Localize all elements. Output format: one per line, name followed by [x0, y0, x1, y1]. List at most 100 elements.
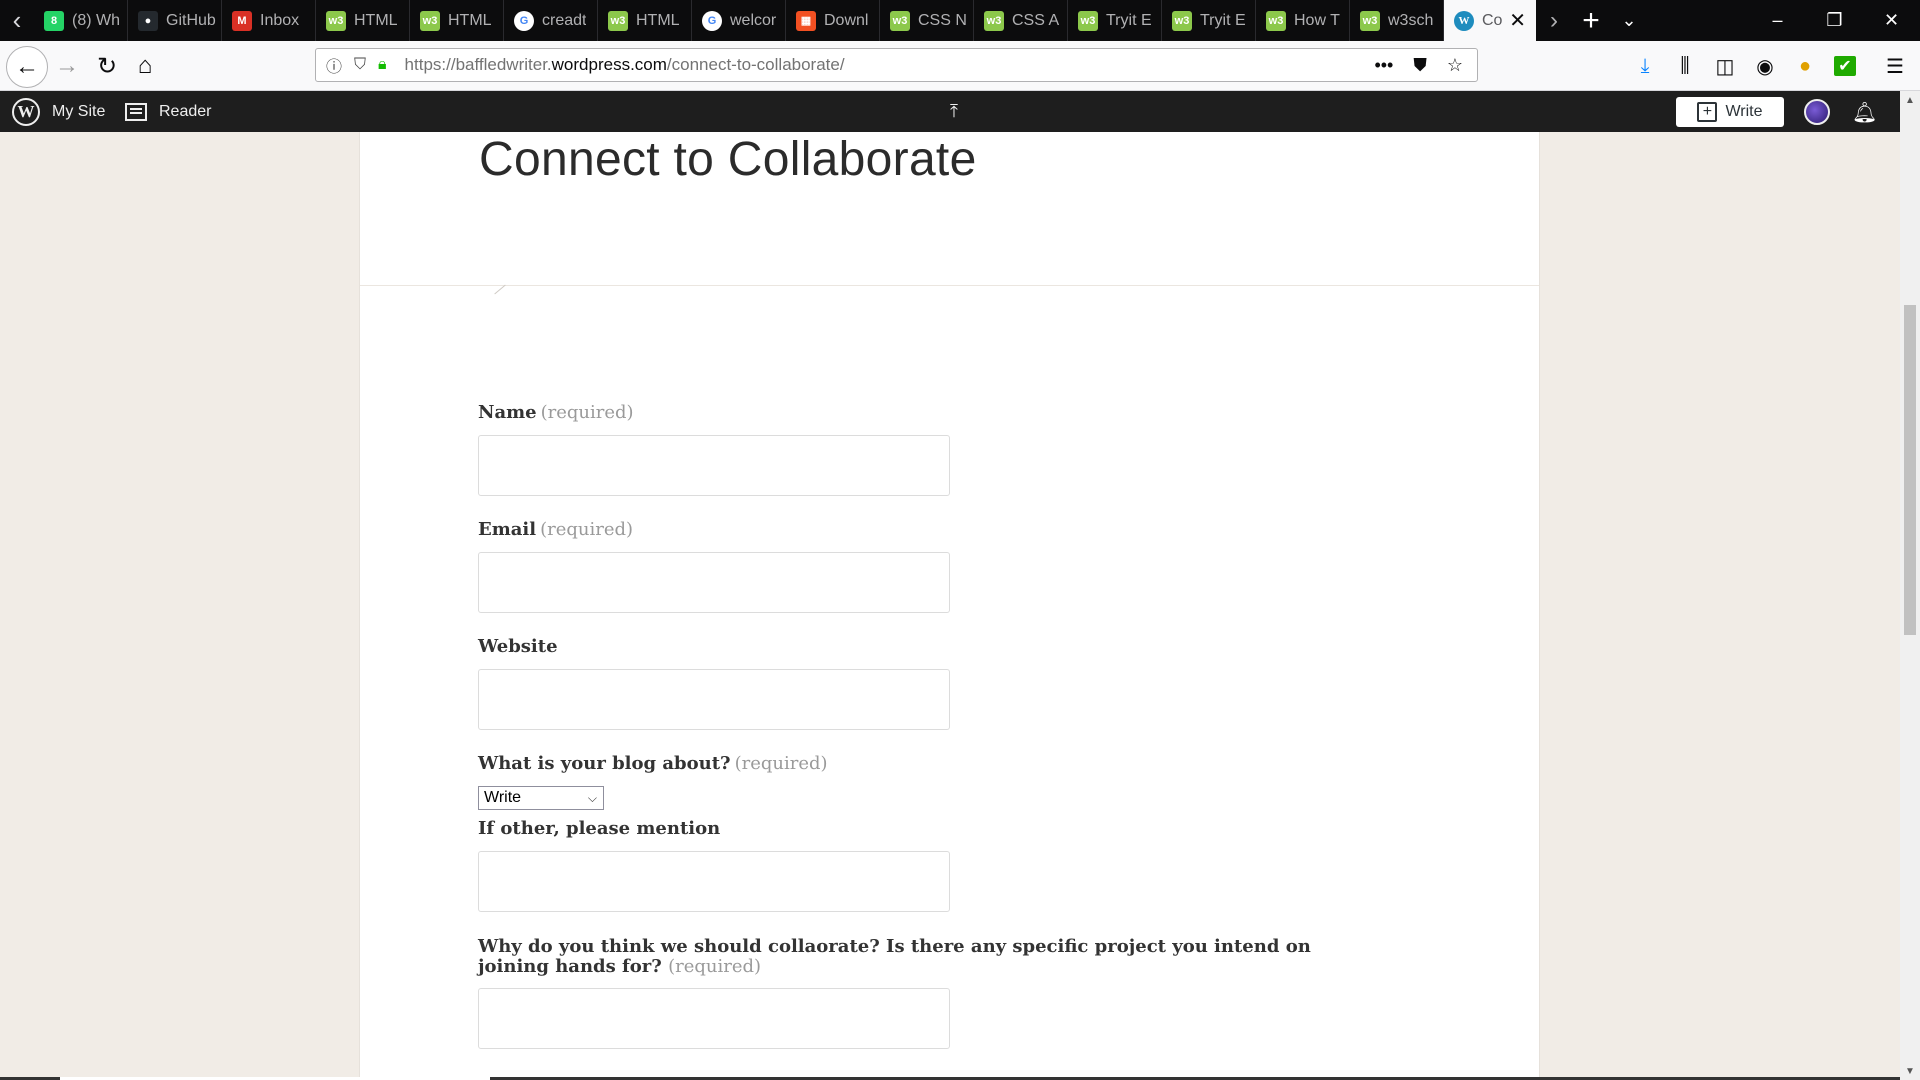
tab[interactable]: 8 (8) Wh [34, 0, 128, 41]
wordpress-admin-bar: W My Site Reader ⤒ + Write 🔔︎ [0, 91, 1920, 132]
minimize-button[interactable]: – [1749, 0, 1806, 41]
lock-icon[interactable]: 🔒︎ [378, 56, 387, 74]
tab[interactable]: ▦ Downl [786, 0, 880, 41]
address-bar[interactable]: ⓘ ⛉ 🔒︎ https://baffledwriter.wordpress.c… [315, 48, 1478, 82]
other-field[interactable] [478, 851, 950, 912]
name-field[interactable] [478, 435, 950, 496]
page-actions-icon[interactable]: ••• [1374, 55, 1393, 76]
blog-about-label: What is your blog about? (required) [478, 753, 828, 774]
scroll-down-icon[interactable]: ▼ [1900, 1062, 1920, 1080]
scroll-to-top-icon[interactable]: ⤒ [950, 101, 958, 122]
tab[interactable]: w3 Tryit E [1068, 0, 1162, 41]
w3schools-icon: w3 [420, 10, 440, 31]
sidebar-icon[interactable]: ◫ [1714, 54, 1736, 79]
extension-check-icon[interactable]: ✔ [1834, 56, 1856, 76]
google-icon: G [702, 10, 722, 31]
info-icon[interactable]: ⓘ [326, 53, 342, 77]
tab[interactable]: w3 HTML [410, 0, 504, 41]
tab[interactable]: M Inbox [222, 0, 316, 41]
close-window-button[interactable]: ✕ [1863, 0, 1920, 41]
tab[interactable]: ● GitHub [128, 0, 222, 41]
tab-label: Inbox [260, 11, 300, 29]
blog-about-selected-value: Write [484, 789, 522, 806]
website-label: Website [478, 636, 558, 657]
menu-icon[interactable]: ☰ [1884, 54, 1906, 79]
tab-label: GitHub [166, 11, 216, 29]
home-button[interactable]: ⌂ [126, 47, 164, 85]
tab-list: 8 (8) Wh ● GitHub M Inbox w3 HTML w3 HTML Gcreadt w… [34, 0, 1444, 41]
my-site-label: My Site [52, 102, 106, 120]
account-icon[interactable]: ◉ [1754, 54, 1776, 79]
tab-active[interactable]: W Co ✕ [1444, 0, 1536, 41]
tab-label: How T [1294, 11, 1340, 29]
tab-label: HTML [636, 11, 680, 29]
new-post-icon: + [1697, 102, 1718, 122]
wordpress-icon: W [1454, 10, 1474, 31]
blog-about-select[interactable]: Write ⌵ [478, 786, 604, 810]
scroll-up-icon[interactable]: ▲ [1900, 91, 1920, 109]
wordpress-logo-icon: W [12, 97, 40, 126]
tab[interactable]: w3 Tryit E [1162, 0, 1256, 41]
notifications-icon[interactable]: 🔔︎ [1852, 100, 1877, 125]
new-tab-button[interactable]: + [1572, 0, 1610, 41]
list-all-tabs-button[interactable]: ⌄ [1610, 0, 1648, 41]
library-icon[interactable]: ⫼ [1674, 55, 1696, 78]
url-text[interactable]: https://baffledwriter.wordpress.com/conn… [405, 55, 845, 75]
tab[interactable]: Gwelcor [692, 0, 786, 41]
tabs-scroll-right-button[interactable]: › [1536, 0, 1572, 41]
email-field[interactable] [478, 552, 950, 613]
forward-button[interactable]: → [48, 47, 86, 85]
tabs-scroll-left-button[interactable]: ‹ [0, 0, 34, 41]
tab-label: Co [1482, 11, 1503, 29]
w3schools-icon: w3 [890, 10, 910, 31]
tab[interactable]: w3 HTML [316, 0, 410, 41]
other-label: If other, please mention [478, 818, 721, 839]
w3schools-icon: w3 [1266, 10, 1286, 31]
why-collaborate-field[interactable] [478, 988, 950, 1049]
bookmark-star-icon[interactable]: ☆ [1447, 55, 1463, 76]
tab[interactable]: w3 CSS A [974, 0, 1068, 41]
my-site-link[interactable]: W My Site [12, 91, 105, 132]
back-button[interactable]: ← [6, 46, 48, 88]
close-tab-icon[interactable]: ✕ [1509, 8, 1526, 33]
tab-label: Tryit E [1200, 11, 1246, 29]
tab-label: welcor [730, 11, 777, 29]
reload-button[interactable]: ↻ [88, 47, 126, 85]
vertical-scrollbar[interactable]: ▲ ▼ [1900, 91, 1920, 1080]
header-divider [360, 285, 1539, 286]
avatar[interactable] [1804, 99, 1830, 125]
website-field[interactable] [478, 669, 950, 730]
w3schools-icon: w3 [984, 10, 1004, 31]
tab[interactable]: w3 How T [1256, 0, 1350, 41]
window-controls: – ❐ ✕ [1749, 0, 1920, 41]
tab[interactable]: w3 w3sch [1350, 0, 1444, 41]
w3schools-icon: w3 [1172, 10, 1192, 31]
tab-label: Downl [824, 11, 869, 29]
w3schools-icon: w3 [326, 10, 346, 31]
required-note: (required) [540, 402, 634, 423]
tab[interactable]: Gcreadt [504, 0, 598, 41]
pocket-icon[interactable]: ⛊ [1413, 55, 1427, 76]
tab[interactable]: w3 CSS N [880, 0, 974, 41]
email-label: Email (required) [478, 519, 634, 540]
chevron-down-icon: ⌵ [587, 790, 597, 805]
extension-search-icon[interactable]: ● [1794, 55, 1816, 78]
tracking-shield-icon[interactable]: ⛉ [354, 56, 366, 74]
reader-label: Reader [159, 102, 212, 120]
scrollbar-thumb[interactable] [1904, 305, 1916, 635]
tab-label: HTML [448, 11, 492, 29]
whatsapp-icon: 8 [44, 10, 64, 31]
restore-button[interactable]: ❐ [1806, 0, 1863, 41]
tab-label: CSS N [918, 11, 967, 29]
gmail-icon: M [232, 10, 252, 31]
downloads-icon[interactable]: ⤓ [1634, 55, 1656, 78]
tab-label: (8) Wh [72, 11, 120, 29]
write-label: Write [1725, 103, 1763, 120]
write-button[interactable]: + Write [1676, 97, 1784, 127]
reader-icon [125, 102, 147, 121]
page-viewport: Connect to Collaborate Name (required) Em… [0, 132, 1900, 1078]
tab-label: CSS A [1012, 11, 1060, 29]
tab[interactable]: w3 HTML [598, 0, 692, 41]
name-label: Name (required) [478, 402, 634, 423]
reader-link[interactable]: Reader [125, 91, 211, 132]
